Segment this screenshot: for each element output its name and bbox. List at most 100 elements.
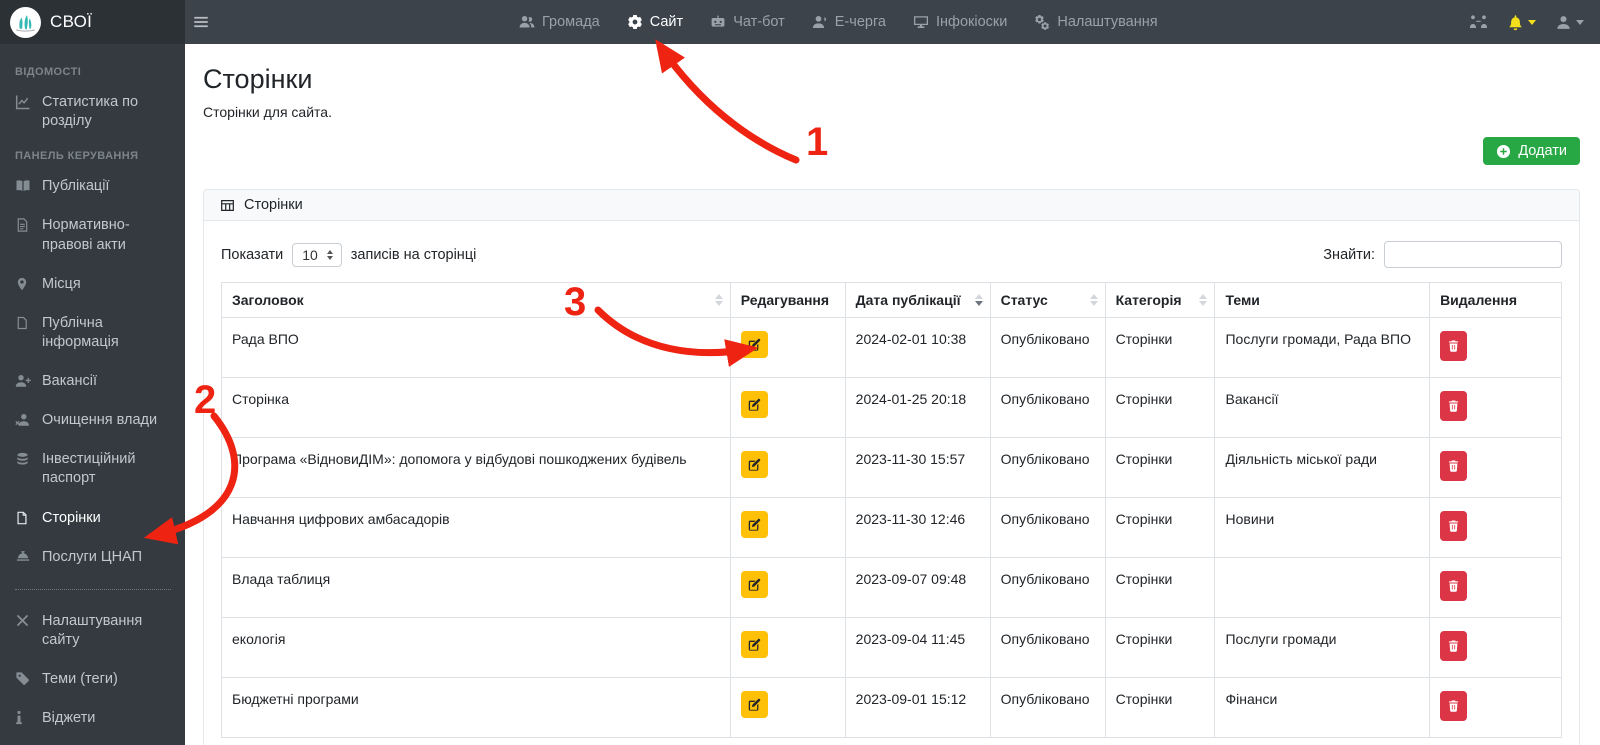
sidebar-item-investytsiinyi-pasport[interactable]: Інвестиційний паспорт xyxy=(15,440,171,498)
cell-category: Сторінки xyxy=(1104,437,1216,498)
edit-button[interactable] xyxy=(740,451,768,478)
column-header-title[interactable]: Заголовок xyxy=(221,282,731,318)
search-input[interactable] xyxy=(1384,241,1562,268)
sidebar-item-posluhy-tsnap[interactable]: Послуги ЦНАП xyxy=(15,538,171,577)
nav-item-label: Налаштування xyxy=(1057,14,1158,30)
edit-button[interactable] xyxy=(740,631,768,658)
cell-topics xyxy=(1214,557,1431,618)
sidebar-item-vidzhety[interactable]: Віджети xyxy=(15,699,171,738)
sidebar-item-nalashtuvannia-saitu[interactable]: Налаштування сайту xyxy=(15,602,171,660)
file-lines-icon xyxy=(15,217,32,233)
edit-button[interactable] xyxy=(740,511,768,538)
column-header-category[interactable]: Категорія xyxy=(1104,282,1216,318)
nav-item-nalashtuvannia[interactable]: Налаштування xyxy=(1034,14,1158,30)
delete-button[interactable] xyxy=(1440,391,1468,421)
column-header-delete: Видалення xyxy=(1429,282,1562,318)
notifications-menu[interactable] xyxy=(1507,14,1536,31)
sidebar-item-storinky[interactable]: Сторінки xyxy=(15,499,171,538)
caret-down-icon xyxy=(1528,19,1536,25)
table-row: Навчання цифрових амбасадорів 2023-11-30… xyxy=(221,497,1562,558)
nav-item-chat-bot[interactable]: Чат-бот xyxy=(710,14,785,30)
cell-title: Бюджетні програми xyxy=(221,677,731,738)
sidebar-section-header: ПАНЕЛЬ КЕРУВАННЯ xyxy=(15,150,139,163)
sort-icon-desc xyxy=(974,294,983,306)
page-size-select[interactable]: 10 xyxy=(292,242,342,267)
coins-icon xyxy=(15,451,32,467)
add-button[interactable]: Додати xyxy=(1483,137,1580,165)
cell-date: 2023-11-30 15:57 xyxy=(844,437,991,498)
cell-title: Сторінка xyxy=(221,377,731,438)
pencil-square-icon xyxy=(747,638,761,652)
edit-button[interactable] xyxy=(740,391,768,418)
nav-item-infokiosky[interactable]: Інфокіоски xyxy=(913,14,1007,30)
table-row: Сторінка 2024-01-25 20:18 Опубліковано С… xyxy=(221,377,1562,438)
delete-button[interactable] xyxy=(1440,511,1468,541)
card-title: Сторінки xyxy=(244,197,303,213)
column-header-topics: Теми xyxy=(1214,282,1431,318)
column-header-date[interactable]: Дата публікації xyxy=(844,282,991,318)
sidebar-item-publichna-informatsiia[interactable]: Публічна інформація xyxy=(15,304,171,362)
delete-button[interactable] xyxy=(1440,451,1468,481)
cell-topics: Послуги громади xyxy=(1214,617,1431,678)
edit-button[interactable] xyxy=(740,691,768,718)
sidebar-item-label: Публічна інформація xyxy=(42,314,119,350)
edit-button[interactable] xyxy=(740,331,768,358)
cell-status: Опубліковано xyxy=(989,557,1106,618)
cell-title: Влада таблиця xyxy=(221,557,731,618)
card-header: Сторінки xyxy=(204,190,1579,221)
cell-category: Сторінки xyxy=(1104,497,1216,558)
pencil-square-icon xyxy=(747,518,761,532)
table-row: Бюджетні програми 2023-09-01 15:12 Опубл… xyxy=(221,677,1562,738)
table-row: Рада ВПО 2024-02-01 10:38 Опубліковано С… xyxy=(221,317,1562,378)
cell-topics: Послуги громади, Рада ВПО xyxy=(1214,317,1431,378)
user-menu[interactable] xyxy=(1555,14,1584,31)
cell-category: Сторінки xyxy=(1104,617,1216,678)
concierge-bell-icon xyxy=(15,549,32,565)
monitor-icon xyxy=(913,14,929,30)
delete-button[interactable] xyxy=(1440,631,1468,661)
sidebar-item-label: Сторінки xyxy=(42,509,101,526)
cell-topics: Вакансії xyxy=(1214,377,1431,438)
pencil-square-icon xyxy=(747,698,761,712)
delete-button[interactable] xyxy=(1440,331,1468,361)
sidebar-item-statystyka[interactable]: Статистика по розділу xyxy=(15,83,171,141)
nav-item-e-cherha[interactable]: Е-черга xyxy=(812,14,886,30)
sidebar-item-label: Інвестиційний паспорт xyxy=(42,451,136,487)
sidebar-item-temy-tehy[interactable]: Теми (теги) xyxy=(15,660,171,699)
brand[interactable]: СВОЇ xyxy=(0,0,185,44)
brand-logo-icon xyxy=(10,6,41,38)
sidebar-toggle-button[interactable] xyxy=(192,11,214,33)
page-title: Сторінки xyxy=(203,64,313,94)
pencil-square-icon xyxy=(747,578,761,592)
cell-title: Навчання цифрових амбасадорів xyxy=(221,497,731,558)
nav-item-hromada[interactable]: Громада xyxy=(519,14,600,30)
nav-item-sait[interactable]: Сайт xyxy=(627,14,683,30)
sort-icon xyxy=(1089,294,1098,306)
sidebar-item-normatyvno-pravovi-akty[interactable]: Нормативно-правові акти xyxy=(15,206,171,264)
user-plus-icon xyxy=(15,373,32,389)
people-arrows-icon[interactable] xyxy=(1469,14,1488,30)
cell-status: Опубліковано xyxy=(989,377,1106,438)
table-icon xyxy=(220,198,235,213)
brand-name: СВОЇ xyxy=(50,12,93,31)
sidebar-item-publikatsii[interactable]: Публікації xyxy=(15,167,171,206)
cell-date: 2024-01-25 20:18 xyxy=(844,377,991,438)
hamburger-icon xyxy=(192,13,214,31)
delete-button[interactable] xyxy=(1440,691,1468,721)
sidebar-item-ochyshchennia-vlady[interactable]: Очищення влади xyxy=(15,401,171,440)
pencil-square-icon xyxy=(747,398,761,412)
trash-icon xyxy=(1447,699,1460,713)
user-slash-icon xyxy=(15,412,32,428)
delete-button[interactable] xyxy=(1440,571,1468,601)
edit-button[interactable] xyxy=(740,571,768,598)
sidebar-item-mistsia[interactable]: Місця xyxy=(15,265,171,304)
nav-item-label: Сайт xyxy=(649,14,684,30)
cell-status: Опубліковано xyxy=(989,497,1106,558)
plus-circle-icon xyxy=(1496,144,1511,159)
sort-icon xyxy=(714,294,723,306)
column-header-status[interactable]: Статус xyxy=(989,282,1106,318)
sidebar-item-vakansii[interactable]: Вакансії xyxy=(15,362,171,401)
page-icon xyxy=(15,510,32,526)
table-row: екологія 2023-09-04 11:45 Опубліковано С… xyxy=(221,617,1562,678)
card-body: Показати 10 записів на сторінці Знайти: xyxy=(204,221,1579,738)
